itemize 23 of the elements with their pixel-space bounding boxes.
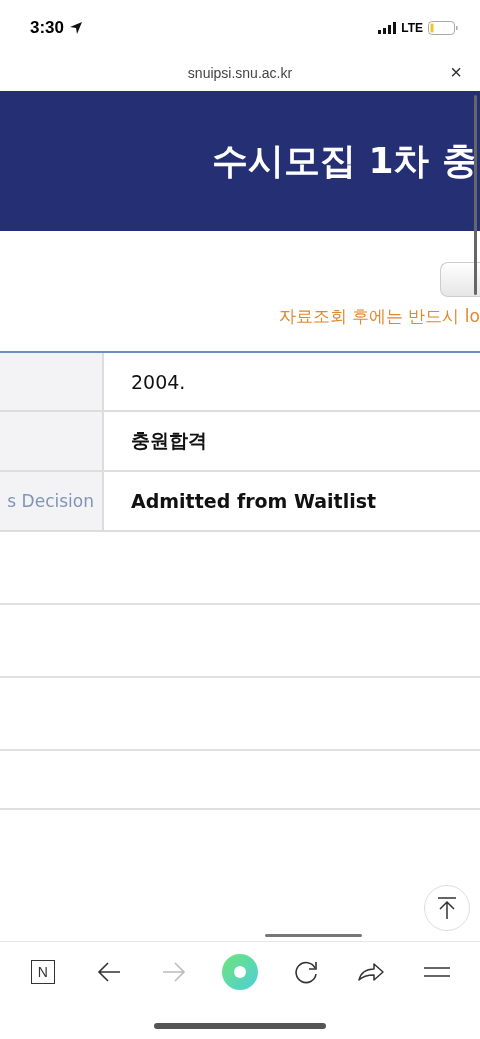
ring-logo-icon [221,954,258,990]
right-arrow-icon [161,960,188,984]
notice-text: 자료조회 후에는 반드시 lo [278,305,480,328]
url-address: snuipsi.snu.ac.kr [187,65,293,81]
signal-icon [378,21,397,34]
battery-icon [428,20,458,35]
banner-title: 수시모집 1차 충 [211,138,479,183]
label-cell: s Decision [0,472,104,530]
left-arrow-icon [95,960,122,984]
close-button[interactable]: × [446,61,466,84]
page-button[interactable] [440,262,480,297]
network-type: LTE [401,20,423,35]
arrow-to-top-icon [436,896,458,920]
location-arrow-icon [69,20,84,35]
status-time: 3:30 [30,17,65,38]
share-icon [357,960,386,984]
value-cell-text: 충원합격 [130,428,208,453]
home-button[interactable]: N [22,952,63,992]
menu-icon [424,966,451,978]
reload-icon [292,959,319,985]
scroll-to-top-button[interactable] [424,885,470,931]
value-cell-text: Admitted from Waitlist [130,489,378,514]
value-cell-text: 2004. [130,369,187,395]
